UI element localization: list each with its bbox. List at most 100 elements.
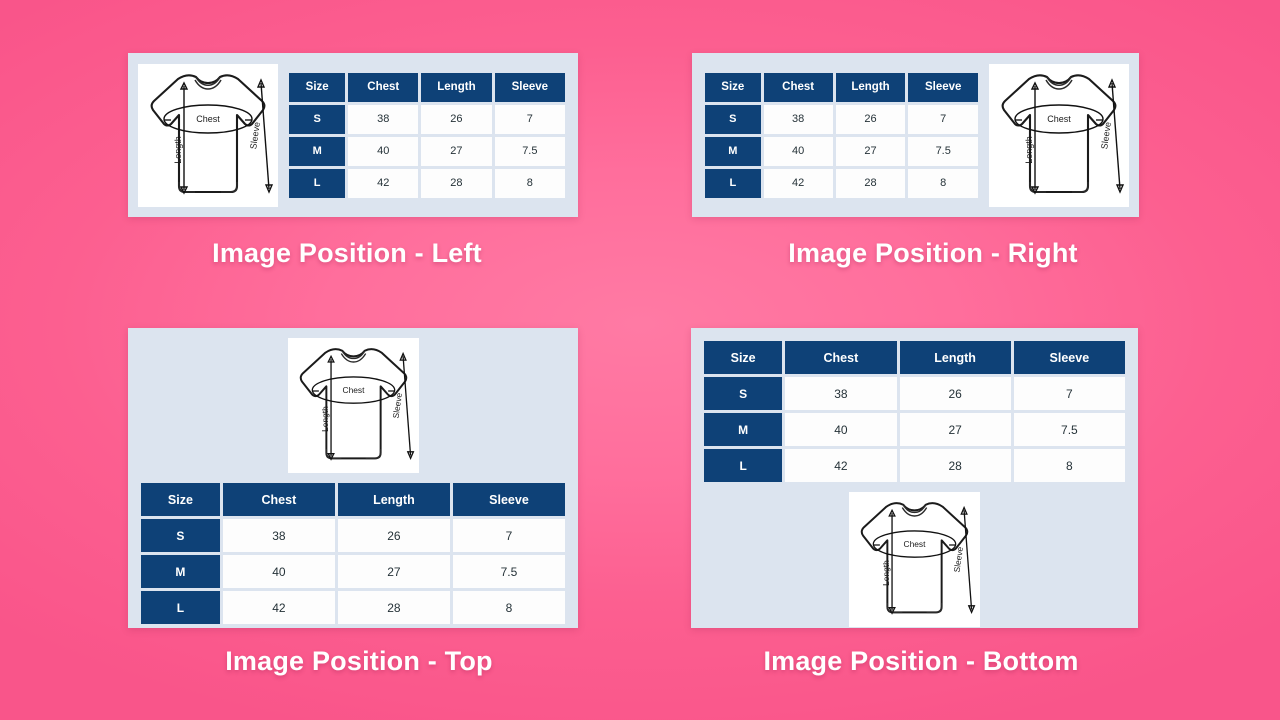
cell-chest: 40	[763, 136, 833, 166]
column-header-sleeve: Sleeve	[908, 72, 978, 102]
cell-length: 27	[421, 136, 492, 166]
cell-length: 27	[337, 555, 450, 588]
column-header-size: Size	[289, 72, 346, 102]
cell-chest: 42	[222, 591, 335, 624]
page-root: Chest Length Sleeve Size Chest Length Sl…	[0, 0, 1280, 720]
column-header-length: Length	[337, 483, 450, 516]
chest-label: Chest	[904, 539, 927, 549]
cell-length: 28	[421, 168, 492, 198]
cell-size: L	[705, 168, 761, 198]
cell-chest: 38	[348, 104, 419, 134]
table-row: L 42 28 8	[705, 168, 978, 198]
length-label: Length	[173, 136, 183, 164]
cell-chest: 38	[785, 377, 897, 410]
shirt-diagram: Chest Length Sleeve	[849, 492, 980, 627]
table-row: L 42 28 8	[704, 449, 1125, 482]
cell-chest: 38	[222, 519, 335, 552]
shirt-illustration: Chest Length Sleeve	[150, 73, 274, 195]
column-header-sleeve: Sleeve	[494, 72, 565, 102]
caption-image-right: Image Position - Right	[788, 238, 1078, 268]
cell-sleeve: 7.5	[1013, 413, 1125, 446]
shirt-illustration: Chest Length Sleeve	[1001, 73, 1125, 195]
cell-chest: 38	[763, 104, 833, 134]
table-header-row: Size Chest Length Sleeve	[705, 72, 978, 102]
length-label: Length	[881, 560, 891, 586]
column-header-chest: Chest	[785, 341, 897, 374]
size-chart-table: Size Chest Length Sleeve S 38 26 7 M 40 …	[138, 480, 568, 627]
panel-image-bottom: Size Chest Length Sleeve S 38 26 7 M 40 …	[691, 328, 1138, 628]
cell-size: S	[705, 104, 761, 134]
cell-length: 27	[835, 136, 906, 166]
cell-sleeve: 7	[908, 104, 978, 134]
cell-sleeve: 7.5	[452, 555, 565, 588]
cell-size: L	[289, 168, 346, 198]
column-header-chest: Chest	[348, 72, 419, 102]
cell-size: M	[705, 136, 761, 166]
cell-chest: 42	[785, 449, 897, 482]
cell-chest: 40	[348, 136, 419, 166]
cell-length: 28	[337, 591, 450, 624]
column-header-size: Size	[141, 483, 220, 516]
table-row: L 42 28 8	[289, 168, 565, 198]
table-row: M 40 27 7.5	[141, 555, 565, 588]
column-header-size: Size	[705, 72, 761, 102]
table-header-row: Size Chest Length Sleeve	[289, 72, 565, 102]
table-row: M 40 27 7.5	[705, 136, 978, 166]
cell-chest: 42	[763, 168, 833, 198]
column-header-sleeve: Sleeve	[452, 483, 565, 516]
cell-size: L	[141, 591, 220, 624]
panel-image-top: Chest Length Sleeve Size Chest Length Sl…	[128, 328, 578, 628]
cell-length: 26	[421, 104, 492, 134]
table-row: S 38 26 7	[141, 519, 565, 552]
table-row: M 40 27 7.5	[289, 136, 565, 166]
cell-size: S	[704, 377, 783, 410]
size-chart-table: Size Chest Length Sleeve S 38 26 7 M 40 …	[701, 338, 1128, 485]
size-chart-table: Size Chest Length Sleeve S 38 26 7 M 40 …	[286, 70, 568, 201]
length-label: Length	[1024, 136, 1034, 164]
column-header-sleeve: Sleeve	[1013, 341, 1125, 374]
table-row: M 40 27 7.5	[704, 413, 1125, 446]
shirt-diagram: Chest Length Sleeve	[287, 338, 419, 473]
cell-size: M	[289, 136, 346, 166]
shirt-diagram: Chest Length Sleeve	[138, 63, 278, 207]
cell-chest: 40	[785, 413, 897, 446]
table-row: S 38 26 7	[705, 104, 978, 134]
cell-sleeve: 7	[494, 104, 565, 134]
shirt-illustration: Chest Length Sleeve	[299, 348, 414, 461]
caption-image-bottom: Image Position - Bottom	[763, 646, 1079, 676]
chest-label: Chest	[1047, 114, 1071, 124]
size-chart-table: Size Chest Length Sleeve S 38 26 7 M 40 …	[702, 70, 981, 201]
cell-size: L	[704, 449, 783, 482]
column-header-length: Length	[835, 72, 906, 102]
table-row: S 38 26 7	[704, 377, 1125, 410]
cell-size: S	[141, 519, 220, 552]
cell-size: M	[141, 555, 220, 588]
table-header-row: Size Chest Length Sleeve	[704, 341, 1125, 374]
table-header-row: Size Chest Length Sleeve	[141, 483, 565, 516]
cell-sleeve: 8	[908, 168, 978, 198]
cell-chest: 42	[348, 168, 419, 198]
length-label: Length	[320, 406, 330, 432]
cell-sleeve: 7	[1013, 377, 1125, 410]
cell-length: 26	[337, 519, 450, 552]
cell-length: 28	[835, 168, 906, 198]
cell-length: 26	[899, 377, 1011, 410]
column-header-length: Length	[899, 341, 1011, 374]
chest-label: Chest	[196, 114, 220, 124]
cell-sleeve: 7	[452, 519, 565, 552]
cell-sleeve: 8	[452, 591, 565, 624]
cell-sleeve: 7.5	[494, 136, 565, 166]
cell-chest: 40	[222, 555, 335, 588]
chest-label: Chest	[342, 385, 365, 395]
cell-length: 27	[899, 413, 1011, 446]
cell-length: 28	[899, 449, 1011, 482]
cell-sleeve: 8	[494, 168, 565, 198]
cell-length: 26	[835, 104, 906, 134]
column-header-chest: Chest	[222, 483, 335, 516]
cell-size: S	[289, 104, 346, 134]
cell-size: M	[704, 413, 783, 446]
panel-image-right: Size Chest Length Sleeve S 38 26 7 M 40 …	[692, 53, 1139, 217]
column-header-length: Length	[421, 72, 492, 102]
column-header-size: Size	[704, 341, 783, 374]
shirt-illustration: Chest Length Sleeve	[860, 502, 976, 615]
